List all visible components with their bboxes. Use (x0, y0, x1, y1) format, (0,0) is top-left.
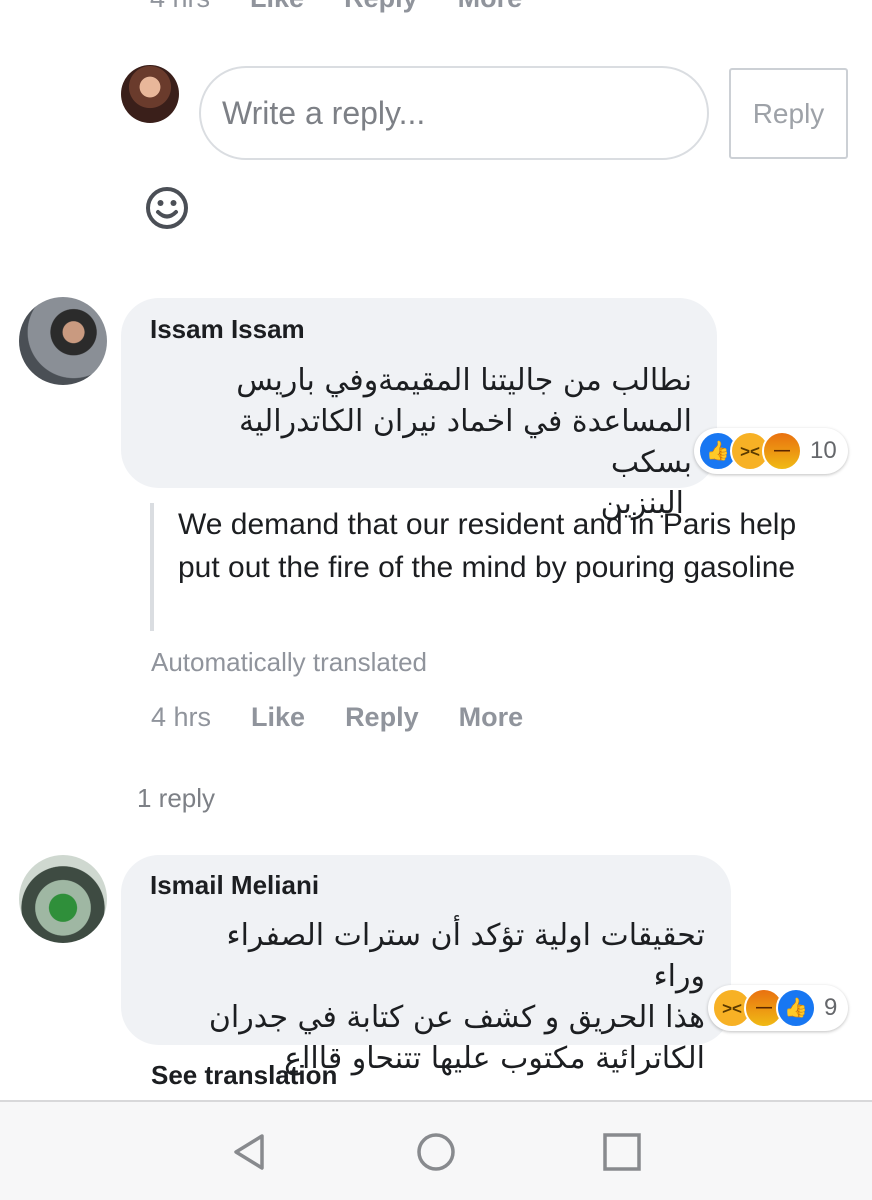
smiley-icon[interactable] (144, 185, 190, 231)
comment-text-line: هذا الحريق و كشف عن كتابة في جدران (208, 1000, 705, 1035)
comment-text: تحقيقات اولية تؤكد أن سترات الصفراء وراء… (180, 915, 705, 1079)
previous-reply-button[interactable]: Reply (344, 0, 418, 14)
previous-more-button[interactable]: More (458, 0, 523, 14)
angry-reaction-icon: — (762, 431, 802, 471)
comment-time: 4 hrs (151, 702, 212, 732)
reaction-count: 10 (810, 437, 837, 464)
comment-text-line: المساعدة في اخماد نيران الكاتدرالية بسكب (238, 404, 692, 480)
reactions-summary[interactable]: >< — 👍 9 (708, 985, 848, 1031)
like-reaction-icon: 👍 (776, 988, 816, 1028)
more-button[interactable]: More (459, 702, 524, 733)
view-replies-link[interactable]: 1 reply (137, 783, 215, 814)
previous-comment-actions: 4 hrs Like Reply More (150, 0, 562, 18)
comment-text-line: نطالب من جاليتنا المقيمةوفي باريس (236, 363, 692, 398)
comment-text: نطالب من جاليتنا المقيمةوفي باريس المساع… (180, 360, 692, 524)
reply-input-placeholder: Write a reply... (222, 94, 426, 131)
reaction-count: 9 (824, 994, 838, 1021)
see-translation-link[interactable]: See translation (151, 1060, 337, 1091)
back-icon[interactable] (228, 1130, 272, 1174)
comment-author[interactable]: Issam Issam (150, 314, 305, 345)
recent-apps-icon[interactable] (600, 1130, 644, 1174)
previous-like-button[interactable]: Like (250, 0, 304, 14)
reply-input[interactable]: Write a reply... (199, 66, 709, 160)
reply-button[interactable]: Reply (345, 702, 419, 733)
reply-submit-button[interactable]: Reply (729, 68, 848, 159)
current-user-avatar (121, 65, 179, 123)
comment-text-line: تحقيقات اولية تؤكد أن سترات الصفراء وراء (226, 918, 705, 994)
home-icon[interactable] (414, 1130, 458, 1174)
commenter-avatar[interactable] (19, 297, 107, 385)
like-button[interactable]: Like (251, 702, 305, 733)
translation-note: Automatically translated (151, 647, 428, 677)
reactions-summary[interactable]: 👍 >< — 10 (694, 428, 848, 474)
previous-comment-time: 4 hrs (150, 0, 210, 14)
comment-author[interactable]: Ismail Meliani (150, 870, 319, 901)
translated-text: We demand that our resident and in Paris… (178, 508, 797, 584)
translation-divider (150, 503, 154, 631)
commenter-avatar[interactable] (19, 855, 107, 943)
comment-actions: 4 hrs Like Reply More (151, 702, 563, 733)
